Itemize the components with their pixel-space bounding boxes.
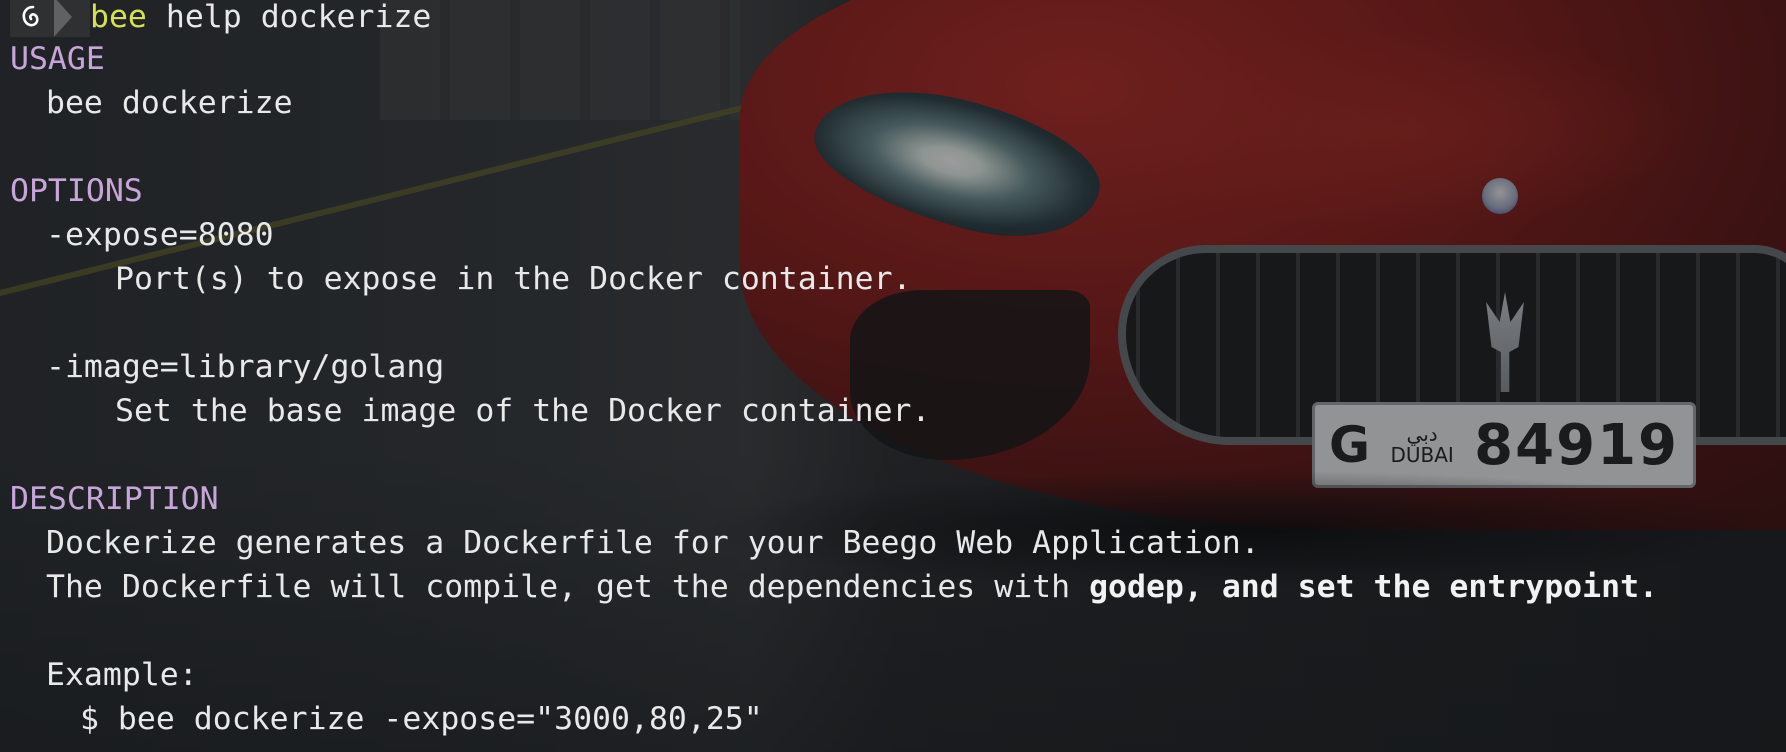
usage-heading: USAGE — [10, 41, 105, 77]
description-line-1: Dockerize generates a Dockerfile for you… — [46, 525, 1260, 561]
command-name: bee — [90, 0, 147, 35]
example-command: $ bee dockerize -expose="3000,80,25" — [80, 701, 763, 737]
description-line-2: The Dockerfile will compile, get the dep… — [10, 565, 1786, 609]
prompt-segment-separator — [54, 0, 90, 37]
example-label: Example: — [46, 657, 198, 693]
command-args: help dockerize — [146, 0, 432, 35]
description-line-2-text: The Dockerfile will compile, get the dep… — [46, 569, 1090, 605]
prompt-line: bee help dockerize — [10, 0, 1786, 37]
chevron-right-icon — [54, 0, 72, 37]
options-heading: OPTIONS — [10, 173, 143, 209]
option-desc-expose: Port(s) to expose in the Docker containe… — [115, 261, 912, 297]
description-heading: DESCRIPTION — [10, 481, 219, 517]
debian-swirl-icon — [10, 0, 54, 37]
terminal-output[interactable]: bee help dockerize USAGE bee dockerize O… — [10, 0, 1786, 741]
terminal-window[interactable]: G دبي DUBAI 84919 bee help dockerize USA… — [0, 0, 1786, 752]
option-flag-image: -image=library/golang — [46, 349, 445, 385]
usage-line: bee dockerize — [46, 85, 293, 121]
option-desc-image: Set the base image of the Docker contain… — [115, 393, 931, 429]
description-line-2-bold: godep, and set the entrypoint. — [1089, 569, 1659, 605]
option-flag-expose: -expose=8080 — [46, 217, 274, 253]
